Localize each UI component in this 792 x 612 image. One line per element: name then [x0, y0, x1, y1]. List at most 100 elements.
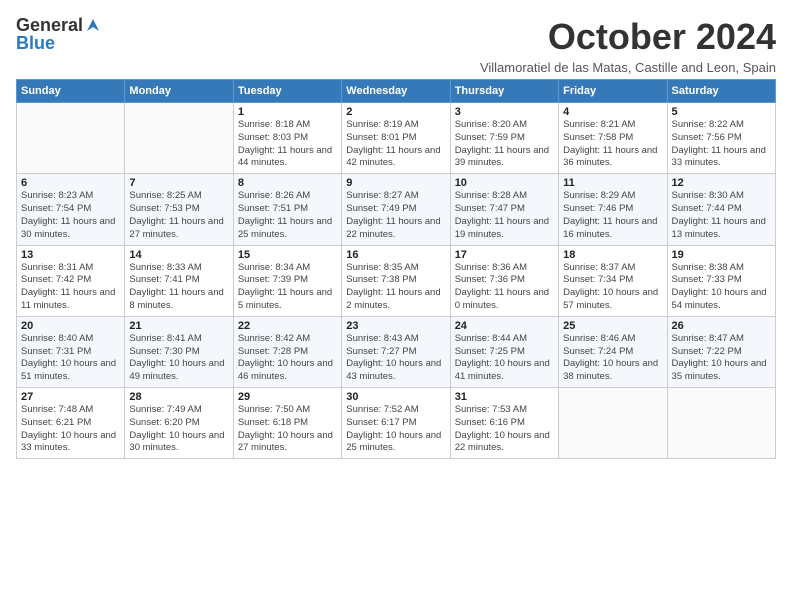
calendar-cell: 18Sunrise: 8:37 AM Sunset: 7:34 PM Dayli… — [559, 245, 667, 316]
calendar-cell: 3Sunrise: 8:20 AM Sunset: 7:59 PM Daylig… — [450, 103, 558, 174]
day-detail: Sunrise: 8:33 AM Sunset: 7:41 PM Dayligh… — [129, 262, 228, 313]
calendar-header-thursday: Thursday — [450, 80, 558, 103]
day-detail: Sunrise: 8:19 AM Sunset: 8:01 PM Dayligh… — [346, 119, 445, 170]
day-number: 28 — [129, 391, 228, 403]
day-number: 14 — [129, 249, 228, 261]
calendar-cell: 19Sunrise: 8:38 AM Sunset: 7:33 PM Dayli… — [667, 245, 775, 316]
day-number: 13 — [21, 249, 120, 261]
day-detail: Sunrise: 8:29 AM Sunset: 7:46 PM Dayligh… — [563, 190, 662, 241]
day-detail: Sunrise: 8:42 AM Sunset: 7:28 PM Dayligh… — [238, 333, 337, 384]
calendar-cell: 11Sunrise: 8:29 AM Sunset: 7:46 PM Dayli… — [559, 174, 667, 245]
day-number: 15 — [238, 249, 337, 261]
day-detail: Sunrise: 8:30 AM Sunset: 7:44 PM Dayligh… — [672, 190, 771, 241]
day-number: 27 — [21, 391, 120, 403]
day-number: 1 — [238, 106, 337, 118]
calendar-header-sunday: Sunday — [17, 80, 125, 103]
day-number: 26 — [672, 320, 771, 332]
calendar-cell: 27Sunrise: 7:48 AM Sunset: 6:21 PM Dayli… — [17, 388, 125, 459]
day-detail: Sunrise: 8:40 AM Sunset: 7:31 PM Dayligh… — [21, 333, 120, 384]
calendar-cell: 4Sunrise: 8:21 AM Sunset: 7:58 PM Daylig… — [559, 103, 667, 174]
calendar-week-1: 1Sunrise: 8:18 AM Sunset: 8:03 PM Daylig… — [17, 103, 776, 174]
calendar-cell — [559, 388, 667, 459]
day-detail: Sunrise: 8:35 AM Sunset: 7:38 PM Dayligh… — [346, 262, 445, 313]
calendar-week-5: 27Sunrise: 7:48 AM Sunset: 6:21 PM Dayli… — [17, 388, 776, 459]
day-number: 8 — [238, 177, 337, 189]
calendar-cell: 24Sunrise: 8:44 AM Sunset: 7:25 PM Dayli… — [450, 316, 558, 387]
day-detail: Sunrise: 8:20 AM Sunset: 7:59 PM Dayligh… — [455, 119, 554, 170]
calendar-cell: 22Sunrise: 8:42 AM Sunset: 7:28 PM Dayli… — [233, 316, 341, 387]
day-number: 5 — [672, 106, 771, 118]
calendar-cell: 17Sunrise: 8:36 AM Sunset: 7:36 PM Dayli… — [450, 245, 558, 316]
day-number: 3 — [455, 106, 554, 118]
calendar-cell: 20Sunrise: 8:40 AM Sunset: 7:31 PM Dayli… — [17, 316, 125, 387]
logo-general-text: General — [16, 16, 83, 34]
day-number: 24 — [455, 320, 554, 332]
title-block: October 2024 Villamoratiel de las Matas,… — [480, 16, 776, 75]
day-detail: Sunrise: 8:47 AM Sunset: 7:22 PM Dayligh… — [672, 333, 771, 384]
day-number: 29 — [238, 391, 337, 403]
day-number: 10 — [455, 177, 554, 189]
calendar-cell: 25Sunrise: 8:46 AM Sunset: 7:24 PM Dayli… — [559, 316, 667, 387]
day-detail: Sunrise: 8:38 AM Sunset: 7:33 PM Dayligh… — [672, 262, 771, 313]
calendar-week-3: 13Sunrise: 8:31 AM Sunset: 7:42 PM Dayli… — [17, 245, 776, 316]
calendar-header-saturday: Saturday — [667, 80, 775, 103]
month-title: October 2024 — [480, 16, 776, 58]
calendar-header-friday: Friday — [559, 80, 667, 103]
day-detail: Sunrise: 8:41 AM Sunset: 7:30 PM Dayligh… — [129, 333, 228, 384]
day-number: 11 — [563, 177, 662, 189]
calendar-cell: 31Sunrise: 7:53 AM Sunset: 6:16 PM Dayli… — [450, 388, 558, 459]
calendar-cell: 26Sunrise: 8:47 AM Sunset: 7:22 PM Dayli… — [667, 316, 775, 387]
logo-blue-text: Blue — [16, 34, 101, 52]
calendar-cell — [17, 103, 125, 174]
calendar-cell: 8Sunrise: 8:26 AM Sunset: 7:51 PM Daylig… — [233, 174, 341, 245]
calendar-cell: 29Sunrise: 7:50 AM Sunset: 6:18 PM Dayli… — [233, 388, 341, 459]
calendar-week-2: 6Sunrise: 8:23 AM Sunset: 7:54 PM Daylig… — [17, 174, 776, 245]
day-detail: Sunrise: 7:48 AM Sunset: 6:21 PM Dayligh… — [21, 404, 120, 455]
calendar-cell — [125, 103, 233, 174]
day-detail: Sunrise: 8:31 AM Sunset: 7:42 PM Dayligh… — [21, 262, 120, 313]
calendar-header-wednesday: Wednesday — [342, 80, 450, 103]
calendar-cell: 15Sunrise: 8:34 AM Sunset: 7:39 PM Dayli… — [233, 245, 341, 316]
day-detail: Sunrise: 8:18 AM Sunset: 8:03 PM Dayligh… — [238, 119, 337, 170]
day-detail: Sunrise: 8:26 AM Sunset: 7:51 PM Dayligh… — [238, 190, 337, 241]
calendar-cell: 21Sunrise: 8:41 AM Sunset: 7:30 PM Dayli… — [125, 316, 233, 387]
day-detail: Sunrise: 8:25 AM Sunset: 7:53 PM Dayligh… — [129, 190, 228, 241]
logo: General Blue — [16, 16, 101, 52]
calendar-cell: 6Sunrise: 8:23 AM Sunset: 7:54 PM Daylig… — [17, 174, 125, 245]
day-detail: Sunrise: 8:46 AM Sunset: 7:24 PM Dayligh… — [563, 333, 662, 384]
day-detail: Sunrise: 8:43 AM Sunset: 7:27 PM Dayligh… — [346, 333, 445, 384]
day-number: 30 — [346, 391, 445, 403]
calendar-cell: 10Sunrise: 8:28 AM Sunset: 7:47 PM Dayli… — [450, 174, 558, 245]
day-number: 22 — [238, 320, 337, 332]
logo-icon — [85, 17, 101, 33]
calendar-cell: 28Sunrise: 7:49 AM Sunset: 6:20 PM Dayli… — [125, 388, 233, 459]
day-detail: Sunrise: 7:50 AM Sunset: 6:18 PM Dayligh… — [238, 404, 337, 455]
day-number: 17 — [455, 249, 554, 261]
day-number: 4 — [563, 106, 662, 118]
day-detail: Sunrise: 7:53 AM Sunset: 6:16 PM Dayligh… — [455, 404, 554, 455]
calendar-cell: 23Sunrise: 8:43 AM Sunset: 7:27 PM Dayli… — [342, 316, 450, 387]
day-detail: Sunrise: 7:52 AM Sunset: 6:17 PM Dayligh… — [346, 404, 445, 455]
calendar-cell: 1Sunrise: 8:18 AM Sunset: 8:03 PM Daylig… — [233, 103, 341, 174]
calendar-header-row: SundayMondayTuesdayWednesdayThursdayFrid… — [17, 80, 776, 103]
calendar-cell: 9Sunrise: 8:27 AM Sunset: 7:49 PM Daylig… — [342, 174, 450, 245]
calendar-table: SundayMondayTuesdayWednesdayThursdayFrid… — [16, 79, 776, 459]
day-number: 20 — [21, 320, 120, 332]
calendar-header-tuesday: Tuesday — [233, 80, 341, 103]
calendar-cell: 12Sunrise: 8:30 AM Sunset: 7:44 PM Dayli… — [667, 174, 775, 245]
day-number: 19 — [672, 249, 771, 261]
day-detail: Sunrise: 8:28 AM Sunset: 7:47 PM Dayligh… — [455, 190, 554, 241]
day-number: 18 — [563, 249, 662, 261]
calendar-cell — [667, 388, 775, 459]
day-detail: Sunrise: 8:21 AM Sunset: 7:58 PM Dayligh… — [563, 119, 662, 170]
page-header: General Blue October 2024 Villamoratiel … — [16, 16, 776, 75]
day-number: 12 — [672, 177, 771, 189]
day-detail: Sunrise: 8:36 AM Sunset: 7:36 PM Dayligh… — [455, 262, 554, 313]
day-detail: Sunrise: 8:44 AM Sunset: 7:25 PM Dayligh… — [455, 333, 554, 384]
day-number: 6 — [21, 177, 120, 189]
day-number: 23 — [346, 320, 445, 332]
day-number: 2 — [346, 106, 445, 118]
day-detail: Sunrise: 8:27 AM Sunset: 7:49 PM Dayligh… — [346, 190, 445, 241]
calendar-week-4: 20Sunrise: 8:40 AM Sunset: 7:31 PM Dayli… — [17, 316, 776, 387]
day-detail: Sunrise: 8:23 AM Sunset: 7:54 PM Dayligh… — [21, 190, 120, 241]
